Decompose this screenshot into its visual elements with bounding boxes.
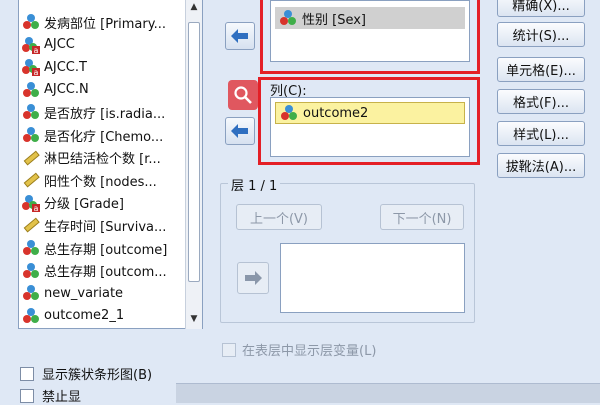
move-to-columns-button[interactable] — [225, 117, 255, 145]
bottom-button-bar — [176, 383, 600, 403]
side-button[interactable]: 精确(X)... — [497, 0, 585, 17]
bar-chart-checkbox-label: 显示簇状条形图(B) — [42, 368, 153, 383]
move-to-rows-button[interactable] — [225, 22, 255, 50]
nominal-icon — [280, 10, 296, 25]
zoom-button[interactable] — [228, 80, 258, 110]
side-button[interactable]: 统计(S)... — [497, 22, 585, 47]
variable-label: 总生存期 [outcom... — [44, 265, 167, 281]
columns-selected-label: outcome2 — [303, 105, 369, 121]
show-layer-checkbox-row[interactable]: 在表层中显示层变量(L) — [222, 340, 376, 359]
variable-list-item[interactable]: 淋巴结活检个数 [r... — [22, 147, 182, 169]
variable-list-item[interactable]: 阳性个数 [nodes... — [22, 169, 182, 191]
nominal-string-icon: a — [22, 194, 40, 212]
variable-list-item[interactable]: a 分级 [Grade] — [22, 192, 182, 214]
nominal-icon — [23, 240, 39, 255]
variable-label: AJCC.T — [44, 59, 87, 75]
nominal-icon — [23, 127, 39, 142]
variable-list-item[interactable]: AJCC.N — [22, 79, 182, 101]
previous-layer-button[interactable]: 上一个(V) — [236, 204, 322, 230]
variable-list-item[interactable]: 是否放疗 [is.radia... — [22, 101, 182, 123]
scrollbar-thumb[interactable] — [188, 22, 200, 282]
side-button[interactable]: 样式(L)... — [497, 121, 585, 146]
nominal-icon — [23, 14, 39, 29]
nominal-icon — [23, 285, 39, 301]
scale-icon — [23, 150, 40, 166]
columns-selected-item[interactable]: outcome2 — [275, 102, 465, 124]
arrow-left-icon — [231, 29, 248, 43]
show-layer-checkbox[interactable] — [222, 342, 236, 357]
bar-chart-checkbox-row[interactable]: 显示簇状条形图(B) — [20, 364, 152, 383]
side-button[interactable]: 拔靴法(A)... — [497, 153, 585, 178]
side-button[interactable]: 格式(F)... — [497, 89, 585, 114]
variable-list-item[interactable]: 总生存期 [outcom... — [22, 260, 182, 282]
nominal-string-icon: a — [22, 36, 40, 54]
variable-label: 是否放疗 [is.radia... — [44, 106, 166, 122]
variable-label: 阳性个数 [nodes... — [44, 174, 157, 190]
scroll-up-arrow-icon[interactable]: ▲ — [188, 2, 200, 14]
nominal-string-icon: a — [22, 59, 40, 77]
variable-label: 生存时间 [Surviva... — [44, 219, 167, 235]
scroll-down-arrow-icon[interactable]: ▼ — [188, 314, 200, 326]
variable-list-item[interactable]: a AJCC — [22, 34, 182, 56]
variable-label: 发病部位 [Primary... — [44, 16, 166, 32]
nominal-icon — [23, 104, 39, 120]
variable-label: 是否化疗 [Chemo... — [44, 129, 164, 145]
rows-selected-item[interactable]: 性别 [Sex] — [275, 7, 465, 29]
variable-label: outcome2_1 — [44, 308, 125, 324]
bar-chart-checkbox[interactable] — [20, 366, 34, 381]
scale-icon — [23, 172, 40, 188]
layer-title: 层 1 / 1 — [228, 175, 281, 194]
layer-box[interactable] — [280, 243, 465, 313]
scale-icon — [23, 218, 40, 233]
show-layer-checkbox-label: 在表层中显示层变量(L) — [242, 344, 377, 359]
rows-box[interactable]: 性别 [Sex] — [270, 0, 470, 62]
rows-selected-label: 性别 [Sex] — [302, 12, 366, 28]
suppress-checkbox[interactable] — [20, 388, 34, 403]
arrow-right-icon — [245, 271, 262, 285]
svg-text:a: a — [34, 204, 39, 212]
variable-label: 淋巴结活检个数 [r... — [44, 152, 161, 168]
variable-list-item[interactable]: new_variate — [22, 282, 182, 304]
side-button[interactable]: 单元格(E)... — [497, 57, 585, 82]
suppress-checkbox-label: 禁止显 — [42, 390, 82, 405]
svg-text:a: a — [34, 46, 39, 54]
variable-list-item[interactable]: outcome2_1 — [22, 305, 182, 327]
move-to-layer-button[interactable] — [237, 262, 269, 294]
variable-list-item[interactable]: 生存时间 [Surviva... — [22, 214, 182, 236]
variable-list-item[interactable]: 是否化疗 [Chemo... — [22, 124, 182, 146]
variable-list-item[interactable]: a AJCC.T — [22, 56, 182, 78]
nominal-icon — [23, 81, 39, 97]
next-layer-button[interactable]: 下一个(N) — [380, 204, 464, 230]
magnifier-icon — [234, 86, 252, 104]
nominal-icon — [281, 105, 297, 120]
suppress-checkbox-row[interactable]: 禁止显 — [20, 386, 81, 405]
nominal-icon — [23, 307, 39, 323]
variable-label: new_variate — [44, 285, 124, 301]
variable-label: AJCC — [44, 37, 75, 53]
arrow-left-icon — [231, 124, 248, 138]
columns-box[interactable]: outcome2 — [270, 97, 470, 157]
variable-list-item[interactable]: 总生存期 [outcome] — [22, 237, 182, 259]
variable-label: 分级 [Grade] — [44, 197, 124, 213]
nominal-icon — [23, 262, 39, 278]
variable-list-item[interactable]: 发病部位 [Primary... — [22, 11, 182, 33]
svg-text:a: a — [34, 68, 39, 76]
variable-label: 总生存期 [outcome] — [44, 242, 168, 258]
variable-label: AJCC.N — [44, 82, 89, 98]
